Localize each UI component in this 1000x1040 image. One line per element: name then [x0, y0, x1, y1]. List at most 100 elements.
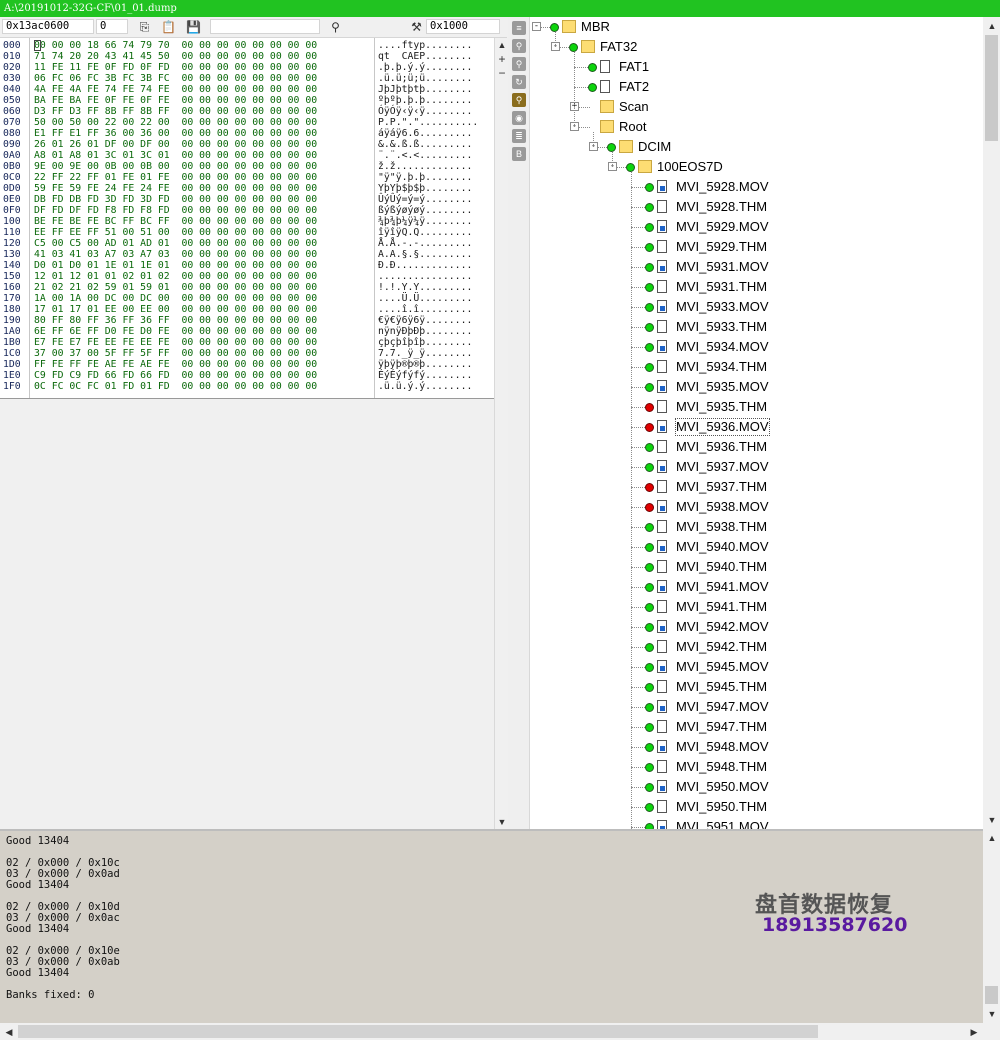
- tree-node-label[interactable]: MVI_5941.THM: [676, 599, 767, 615]
- tree-node-label[interactable]: MVI_5947.MOV: [676, 699, 769, 715]
- b-icon[interactable]: B: [512, 147, 526, 161]
- hex-row-bytes[interactable]: 26 01 26 01 DF 00 DF 00 00 00 00 00 00 0…: [34, 139, 317, 150]
- hex-row-ascii[interactable]: ÓÿÓÿ‹ÿ‹ÿ........: [378, 106, 472, 117]
- tree-node[interactable]: MVI_5937.THM: [530, 477, 983, 497]
- binoculars-icon[interactable]: ⚲: [328, 20, 343, 34]
- list-icon[interactable]: ≡: [512, 21, 526, 35]
- tree-node-label[interactable]: MVI_5945.MOV: [676, 659, 769, 675]
- hex-row[interactable]: 150 12 01 12 01 01 02 01 02 00 00 00 00 0…: [0, 271, 494, 282]
- hex-row[interactable]: 1E0 C9 FD C9 FD 66 FD 66 FD 00 00 00 00 0…: [0, 370, 494, 381]
- tree-node[interactable]: MVI_5950.MOV: [530, 777, 983, 797]
- tree-node-label[interactable]: MVI_5928.THM: [676, 199, 767, 215]
- hex-row-bytes[interactable]: DB FD DB FD 3D FD 3D FD 00 00 00 00 00 0…: [34, 194, 317, 205]
- tree-node[interactable]: MVI_5936.MOV: [530, 417, 983, 437]
- scroll-right-arrow-icon[interactable]: ▶: [967, 1025, 981, 1039]
- scroll-down-arrow-icon[interactable]: ▼: [985, 1007, 999, 1021]
- hex-row-bytes[interactable]: 59 FE 59 FE 24 FE 24 FE 00 00 00 00 00 0…: [34, 183, 317, 194]
- hex-row-bytes[interactable]: 9E 00 9E 00 0B 00 0B 00 00 00 00 00 00 0…: [34, 161, 317, 172]
- tree-node[interactable]: MVI_5936.THM: [530, 437, 983, 457]
- tree-node-label[interactable]: MVI_5929.THM: [676, 239, 767, 255]
- tree-node[interactable]: MVI_5942.THM: [530, 637, 983, 657]
- hex-row-bytes[interactable]: 37 00 37 00 5F FF 5F FF 00 00 00 00 00 0…: [34, 348, 317, 359]
- tree-node[interactable]: MVI_5945.MOV: [530, 657, 983, 677]
- tree-node-label[interactable]: MVI_5936.THM: [676, 439, 767, 455]
- tree-node-label[interactable]: MVI_5929.MOV: [676, 219, 769, 235]
- hex-row-bytes[interactable]: 50 00 50 00 22 00 22 00 00 00 00 00 00 0…: [34, 117, 317, 128]
- hex-row-ascii[interactable]: €ÿ€ÿ6ÿ6ÿ........: [378, 315, 472, 326]
- search-input[interactable]: [210, 19, 320, 34]
- hex-row-ascii[interactable]: ÛýÛý=ý=ý........: [378, 194, 472, 205]
- collapse-icon[interactable]: -: [532, 22, 541, 31]
- hex-row-ascii[interactable]: ßýßýøýøý........: [378, 205, 472, 216]
- tree-node-label[interactable]: FAT32: [600, 39, 637, 55]
- tree-node-label[interactable]: MVI_5934.THM: [676, 359, 767, 375]
- tree-node[interactable]: MVI_5929.THM: [530, 237, 983, 257]
- hex-row-bytes[interactable]: EE FF EE FF 51 00 51 00 00 00 00 00 00 0…: [34, 227, 317, 238]
- scroll-minus-icon[interactable]: −: [495, 66, 509, 80]
- hex-row-ascii[interactable]: ž.ž.............: [378, 161, 472, 172]
- hex-row-bytes[interactable]: C9 FD C9 FD 66 FD 66 FD 00 00 00 00 00 0…: [34, 370, 317, 381]
- tree-node[interactable]: MVI_5928.MOV: [530, 177, 983, 197]
- tree-node-label[interactable]: MVI_5941.MOV: [676, 579, 769, 595]
- hex-row[interactable]: 080 E1 FF E1 FF 36 00 36 00 00 00 00 00 0…: [0, 128, 494, 139]
- hex-row[interactable]: 1B0 E7 FE E7 FE EE FE EE FE 00 00 00 00 0…: [0, 337, 494, 348]
- tree-node-label[interactable]: Scan: [619, 99, 649, 115]
- hex-row-bytes[interactable]: C5 00 C5 00 AD 01 AD 01 00 00 00 00 00 0…: [34, 238, 317, 249]
- tree-node[interactable]: MVI_5950.THM: [530, 797, 983, 817]
- hex-row-ascii[interactable]: JþJþtþtþ........: [378, 84, 472, 95]
- tree-node[interactable]: MVI_5941.THM: [530, 597, 983, 617]
- hex-row-bytes[interactable]: E1 FF E1 FF 36 00 36 00 00 00 00 00 00 0…: [34, 128, 317, 139]
- tree-node-label[interactable]: MBR: [581, 19, 610, 35]
- pin-alt-icon[interactable]: ⚲: [512, 57, 526, 71]
- tree-node[interactable]: MVI_5951.MOV: [530, 817, 983, 829]
- tree-node[interactable]: MVI_5945.THM: [530, 677, 983, 697]
- hex-row[interactable]: 180 17 01 17 01 EE 00 EE 00 00 00 00 00 0…: [0, 304, 494, 315]
- hex-row[interactable]: 070 50 00 50 00 22 00 22 00 00 00 00 00 0…: [0, 117, 494, 128]
- offset-input[interactable]: 0x13ac0600: [2, 19, 94, 34]
- tree-node[interactable]: MVI_5931.THM: [530, 277, 983, 297]
- hex-row[interactable]: 120 C5 00 C5 00 AD 01 AD 01 00 00 00 00 0…: [0, 238, 494, 249]
- hex-row[interactable]: 0D0 59 FE 59 FE 24 FE 24 FE 00 00 00 00 0…: [0, 183, 494, 194]
- tree-node-label[interactable]: MVI_5933.MOV: [676, 299, 769, 315]
- tree-node[interactable]: + Scan: [530, 97, 983, 117]
- tree-node-label[interactable]: MVI_5950.MOV: [676, 779, 769, 795]
- hex-row-bytes[interactable]: FF FE FF FE AE FE AE FE 00 00 00 00 00 0…: [34, 359, 317, 370]
- scroll-left-arrow-icon[interactable]: ◀: [2, 1025, 16, 1039]
- hex-row-bytes[interactable]: 12 01 12 01 01 02 01 02 00 00 00 00 00 0…: [34, 271, 317, 282]
- hex-row[interactable]: 0B0 9E 00 9E 00 0B 00 0B 00 00 00 00 00 0…: [0, 161, 494, 172]
- tree-node[interactable]: MVI_5948.THM: [530, 757, 983, 777]
- hex-row[interactable]: 110 EE FF EE FF 51 00 51 00 00 00 00 00 0…: [0, 227, 494, 238]
- log-scroll-thumb[interactable]: [985, 986, 998, 1004]
- hex-row-ascii[interactable]: nÿnÿÐþÐþ........: [378, 326, 472, 337]
- copy-icon[interactable]: ⎘: [137, 20, 152, 34]
- scroll-up-arrow-icon[interactable]: ▲: [985, 831, 999, 845]
- tools-icon[interactable]: ⚒: [409, 20, 424, 34]
- tree-node[interactable]: MVI_5947.MOV: [530, 697, 983, 717]
- scroll-down-arrow-icon[interactable]: ▼: [495, 815, 509, 829]
- hex-row[interactable]: 050 BA FE BA FE 0F FE 0F FE 00 00 00 00 0…: [0, 95, 494, 106]
- pin-icon[interactable]: ⚲: [512, 39, 526, 53]
- hex-row[interactable]: 010 71 74 20 20 43 41 45 50 00 00 00 00 0…: [0, 51, 494, 62]
- hex-row-ascii[interactable]: qt CAEP........: [378, 51, 472, 62]
- hex-row[interactable]: 0A0 A8 01 A8 01 3C 01 3C 01 00 00 00 00 0…: [0, 150, 494, 161]
- hex-row-ascii[interactable]: Ð.Ð.............: [378, 260, 472, 271]
- tree-node-label[interactable]: MVI_5935.THM: [676, 399, 767, 415]
- tree-node-label[interactable]: DCIM: [638, 139, 671, 155]
- scroll-up-arrow-icon[interactable]: ▲: [985, 19, 999, 33]
- hex-row-bytes[interactable]: E7 FE E7 FE EE FE EE FE 00 00 00 00 00 0…: [34, 337, 317, 348]
- tree-node[interactable]: -100EOS7D: [530, 157, 983, 177]
- tree-node[interactable]: MVI_5940.THM: [530, 557, 983, 577]
- eye-icon[interactable]: ◉: [512, 111, 526, 125]
- tree-node-label[interactable]: MVI_5933.THM: [676, 319, 767, 335]
- paste-icon[interactable]: 📋: [161, 20, 176, 34]
- hex-row-bytes[interactable]: 21 02 21 02 59 01 59 01 00 00 00 00 00 0…: [34, 282, 317, 293]
- tree-node[interactable]: - MBR: [530, 17, 983, 37]
- hex-row-ascii[interactable]: ÿþÿþ®þ®þ........: [378, 359, 472, 370]
- hex-row-ascii[interactable]: ºþºþ.þ.þ........: [378, 95, 472, 106]
- hex-row[interactable]: 060 D3 FF D3 FF 8B FF 8B FF 00 00 00 00 0…: [0, 106, 494, 117]
- hex-row-bytes[interactable]: D0 01 D0 01 1E 01 1E 01 00 00 00 00 00 0…: [34, 260, 317, 271]
- tree-node-label[interactable]: MVI_5936.MOV: [675, 418, 770, 436]
- hex-row[interactable]: 160 21 02 21 02 59 01 59 01 00 00 00 00 0…: [0, 282, 494, 293]
- hex-row-ascii[interactable]: ................: [378, 271, 472, 282]
- tree-node[interactable]: MVI_5942.MOV: [530, 617, 983, 637]
